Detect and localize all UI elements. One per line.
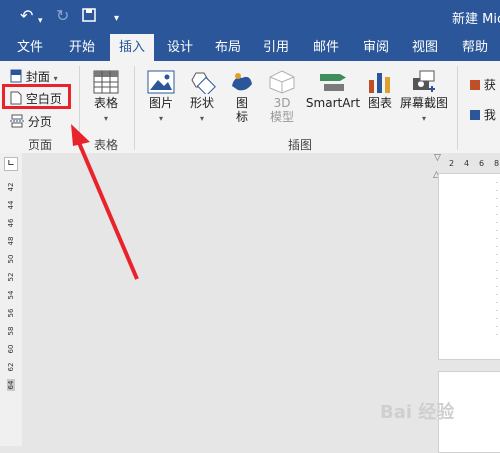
arrow-annotation <box>71 124 139 280</box>
watermark: Bai 经验 <box>380 402 455 423</box>
